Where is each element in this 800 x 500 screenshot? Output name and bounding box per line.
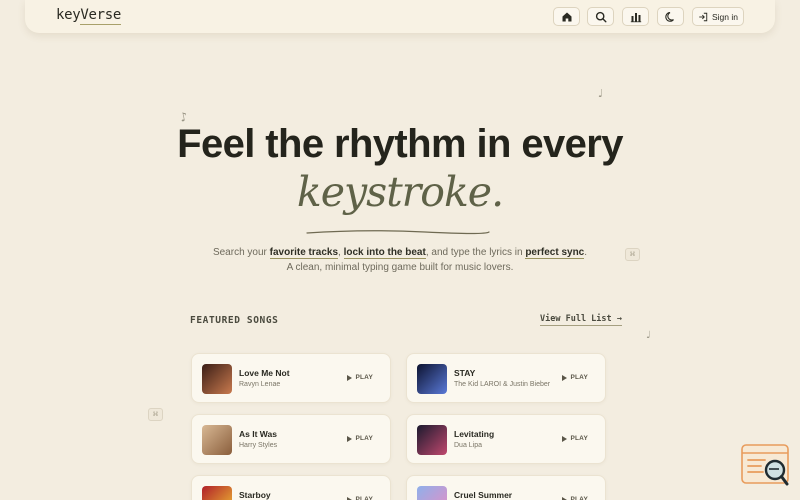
- song-title: As It Was: [239, 429, 277, 439]
- chart-icon: [630, 12, 641, 22]
- key-decoration: ⌘: [625, 248, 640, 261]
- script-underline: [306, 230, 490, 235]
- top-navbar: keyVerse Sign in: [25, 0, 775, 33]
- highlight-lock-into-beat: lock into the beat: [343, 247, 426, 259]
- play-button[interactable]: PLAY: [562, 435, 588, 442]
- song-card[interactable]: Levitating Dua Lipa PLAY: [406, 414, 606, 464]
- moon-icon: [664, 11, 674, 22]
- play-label: PLAY: [355, 435, 373, 442]
- album-cover: [417, 425, 447, 455]
- logo[interactable]: keyVerse: [56, 7, 122, 25]
- home-icon: [562, 12, 571, 21]
- leaderboard-button[interactable]: [622, 7, 649, 26]
- play-label: PLAY: [570, 435, 588, 442]
- song-artist: Harry Styles: [239, 442, 278, 449]
- play-button[interactable]: PLAY: [347, 435, 373, 442]
- song-title: Starboy: [239, 490, 271, 500]
- album-cover: [202, 425, 232, 455]
- music-note-icon: ♩: [646, 330, 651, 341]
- subtitle-text: Search your: [212, 247, 270, 258]
- music-note-icon: ♩: [598, 87, 604, 100]
- play-button[interactable]: PLAY: [562, 496, 588, 500]
- song-artist: The Kid LAROI & Justin Bieber: [454, 381, 551, 388]
- subtitle-text: , and type the lyrics in: [425, 247, 526, 258]
- search-button[interactable]: [587, 7, 614, 26]
- play-button[interactable]: PLAY: [347, 496, 373, 500]
- song-card[interactable]: STAY The Kid LAROI & Justin Bieber PLAY: [406, 353, 606, 403]
- play-icon: [347, 496, 353, 500]
- play-button[interactable]: PLAY: [347, 374, 373, 381]
- key-decoration: ⌘: [148, 408, 163, 421]
- album-cover: [417, 486, 447, 500]
- search-icon: [595, 11, 607, 23]
- play-icon: [562, 435, 568, 442]
- view-full-list-link[interactable]: View Full List →: [540, 314, 622, 326]
- search-lyrics-badge-icon[interactable]: [741, 444, 791, 488]
- featured-songs-heading: FEATURED SONGS: [190, 315, 279, 326]
- highlight-perfect-sync: perfect sync: [525, 247, 585, 259]
- play-icon: [562, 496, 568, 500]
- sign-in-label: Sign in: [712, 11, 738, 22]
- logo-suffix: Verse: [80, 7, 122, 25]
- home-button[interactable]: [553, 7, 580, 26]
- play-button[interactable]: PLAY: [562, 374, 588, 381]
- play-label: PLAY: [570, 496, 588, 500]
- song-title: STAY: [454, 368, 476, 378]
- highlight-favorite-tracks: favorite tracks: [269, 247, 339, 259]
- album-cover: [202, 364, 232, 394]
- play-label: PLAY: [355, 496, 373, 500]
- song-card[interactable]: As It Was Harry Styles PLAY: [191, 414, 391, 464]
- subtitle-text: ,: [338, 247, 344, 258]
- hero-title: Feel the rhythm in every: [177, 122, 623, 166]
- song-artist: Ravyn Lenae: [239, 381, 281, 388]
- song-card[interactable]: Love Me Not Ravyn Lenae PLAY: [191, 353, 391, 403]
- hero-subtitle: Search your favorite tracks, lock into t…: [210, 245, 590, 275]
- sign-in-button[interactable]: Sign in: [692, 7, 744, 26]
- login-icon: [699, 12, 708, 21]
- song-title: Levitating: [454, 429, 495, 439]
- logo-prefix: key: [56, 7, 81, 23]
- song-title: Cruel Summer: [454, 490, 513, 500]
- play-icon: [347, 374, 353, 381]
- play-label: PLAY: [570, 374, 588, 381]
- play-icon: [562, 374, 568, 381]
- hero-script-word: keystroke.: [296, 168, 504, 216]
- album-cover: [417, 364, 447, 394]
- song-card[interactable]: Cruel SummerTaylor SwiftPLAY: [406, 475, 606, 500]
- play-icon: [347, 435, 353, 442]
- song-artist: Dua Lipa: [454, 442, 483, 449]
- song-title: Love Me Not: [239, 368, 290, 378]
- album-cover: [202, 486, 232, 500]
- song-card[interactable]: StarboyThe WeekndPLAY: [191, 475, 391, 500]
- theme-toggle-button[interactable]: [657, 7, 684, 26]
- play-label: PLAY: [355, 374, 373, 381]
